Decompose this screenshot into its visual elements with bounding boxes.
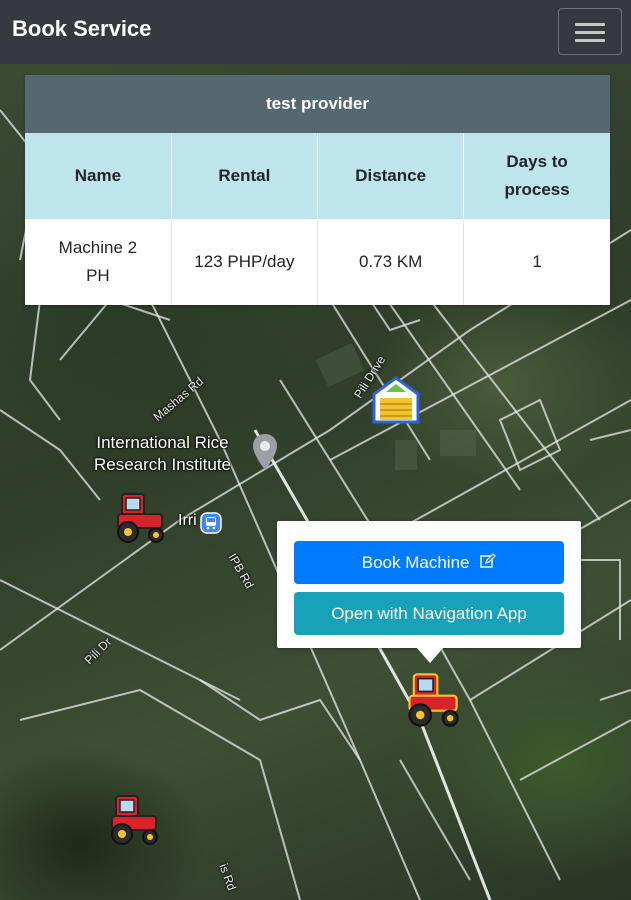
machine-name: Machine 2 PH bbox=[25, 219, 172, 305]
hamburger-icon bbox=[575, 23, 605, 26]
provider-title: test provider bbox=[25, 75, 610, 133]
machine-days: 1 bbox=[463, 219, 610, 305]
provider-table: test provider Name Rental Distance Days … bbox=[25, 75, 610, 305]
open-navigation-button[interactable]: Open with Navigation App bbox=[294, 592, 564, 635]
column-header-rental: Rental bbox=[171, 133, 319, 219]
machine-rental: 123 PHP/day bbox=[171, 219, 319, 305]
navbar-brand[interactable]: Book Service bbox=[12, 16, 151, 42]
place-label: International Rice Research Institute bbox=[94, 433, 232, 474]
irri-label: Irri bbox=[178, 512, 197, 529]
book-machine-button[interactable]: Book Machine bbox=[294, 541, 564, 584]
table-header-row: Name Rental Distance Days to process bbox=[25, 133, 610, 219]
farm-field-icon[interactable] bbox=[370, 374, 422, 431]
tractor-icon[interactable] bbox=[401, 672, 463, 733]
bus-stop-icon[interactable] bbox=[200, 512, 222, 539]
tractor-icon[interactable] bbox=[110, 492, 168, 549]
column-header-days: Days to process bbox=[463, 133, 610, 219]
column-header-name: Name bbox=[25, 133, 172, 219]
hamburger-menu-button[interactable] bbox=[558, 8, 622, 55]
tractor-icon[interactable] bbox=[104, 794, 162, 851]
machine-distance: 0.73 KM bbox=[317, 219, 465, 305]
navbar: Book Service bbox=[0, 0, 631, 64]
popup-tip bbox=[416, 647, 444, 663]
edit-icon bbox=[480, 542, 497, 585]
machine-popup: Book Machine Open with Navigation App bbox=[277, 521, 581, 648]
table-row: Machine 2 PH 123 PHP/day 0.73 KM 1 bbox=[25, 219, 610, 305]
column-header-distance: Distance bbox=[317, 133, 465, 219]
place-pin-icon[interactable] bbox=[253, 434, 277, 475]
